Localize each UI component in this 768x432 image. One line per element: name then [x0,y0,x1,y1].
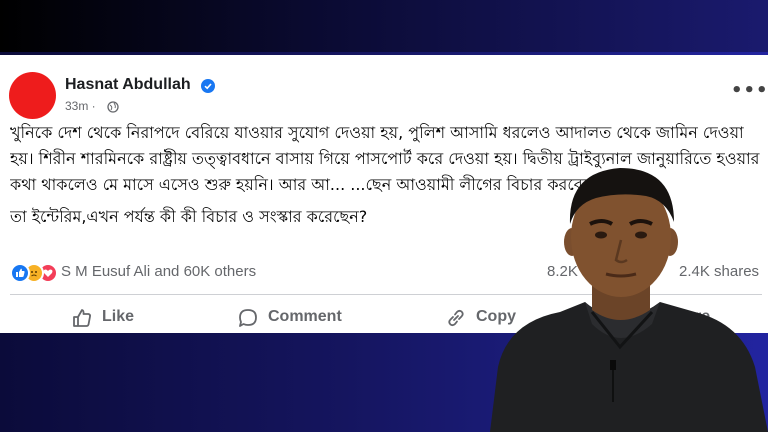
more-options-icon[interactable]: ••• [731,80,768,101]
post-timestamp[interactable]: 33m · [65,99,96,113]
comment-button[interactable]: Comment [237,306,377,328]
comment-label: Comment [268,308,342,325]
reaction-summary[interactable]: S M Eusuf Ali and 60K others [61,263,256,280]
author-name[interactable]: Hasnat Abdullah [65,76,191,94]
comment-bubble-icon [239,309,257,327]
globe-icon [107,101,119,113]
author-avatar[interactable] [9,72,56,119]
like-reaction-icon [10,263,30,283]
top-banner [0,0,768,52]
person-cutout-image [490,168,768,432]
link-icon [448,309,464,327]
thumbs-up-icon [73,309,91,327]
like-label: Like [102,308,135,325]
verified-badge-icon [201,79,215,93]
like-button[interactable]: Like [71,306,161,328]
